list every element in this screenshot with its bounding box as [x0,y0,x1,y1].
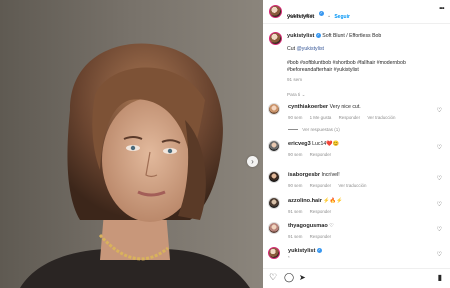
commenter-avatar[interactable] [268,103,280,115]
heart-icon[interactable]: ♡ [269,273,277,282]
reply-button[interactable]: Responder [310,209,331,214]
comment-time: 90 sem [288,115,303,120]
post-actions-bar: ♡ ◯ ➤ ▮ [263,268,450,288]
commenter-username[interactable]: yukistylist [288,248,315,254]
commenter-username[interactable]: thyagogusmao [288,223,328,229]
para-ti-link[interactable]: Para ti ⌄ [287,92,305,98]
heart-icon[interactable]: ♡ [437,107,442,114]
comment-text: Luc14❤️😊 [312,141,340,147]
commenter-avatar[interactable] [268,222,280,234]
comment-item: azzolino.hair ⚡️🔥⚡️ 91 sem Responder ♡ [263,197,450,223]
next-image-button[interactable]: › [247,156,258,167]
comment-item: thyagogusmao ♡ 91 sem Responder ♡ [263,222,450,248]
comment-likes[interactable]: 1 Me gusta [310,115,332,120]
translate-button[interactable]: Ver traducción [338,183,366,188]
heart-icon[interactable]: ♡ [437,251,442,258]
comment-item: cynthiakoerber Very nice cut. 90 sem 1 M… [263,103,450,129]
comment-text: ⚡️🔥⚡️ [323,198,343,204]
comment-time: 90 sem [288,152,303,157]
verified-icon: ✓ [318,11,324,17]
cut-label: Cut [287,46,296,52]
commenter-avatar[interactable] [268,247,280,259]
post-header: yukistylist ✓ • Seguir OLLIN Salon ••• [263,0,450,24]
caption-title-line: yukistylist ✓ Soft Blunt / Effortless Bo… [287,33,445,40]
comment-item: ericveg3 Luc14❤️😊 90 sem Responder ♡ [263,140,450,166]
bookmark-icon[interactable]: ▮ [438,273,442,282]
view-replies-button[interactable]: Ver respuestas (1) [288,127,340,132]
comment-time: 90 sem [288,183,303,188]
heart-icon[interactable]: ♡ [437,201,442,208]
verified-icon: ✓ [316,248,322,254]
comment-item: isaborgesbr Incrível! 90 sem Responder V… [263,171,450,197]
comment-text: * [288,255,290,260]
cut-mention-link[interactable]: @yukistylist [297,46,324,52]
post-side-panel: yukistylist ✓ • Seguir OLLIN Salon ••• y… [263,0,450,288]
share-icon[interactable]: ➤ [299,273,306,282]
reply-button[interactable]: Responder [310,234,331,239]
portrait-image [0,0,263,288]
reply-button[interactable]: Responder [339,115,360,120]
commenter-username[interactable]: cynthiakoerber [288,104,328,110]
verified-icon: ✓ [315,33,321,39]
translate-button[interactable]: Ver traducción [367,115,395,120]
commenter-avatar[interactable] [268,171,280,183]
commenter-username[interactable]: ericveg3 [288,141,311,147]
location-link[interactable]: OLLIN Salon [287,13,313,18]
comment-text: Very nice cut. [329,104,361,110]
follow-button[interactable]: Seguir [334,14,350,20]
comment-time: 91 sem [288,209,303,214]
reply-button[interactable]: Responder [310,152,331,157]
view-replies-label: Ver respuestas (1) [302,127,340,132]
more-dots-icon[interactable]: ••• [439,6,444,12]
comment-time: 91 sem [288,234,303,239]
heart-icon[interactable]: ♡ [437,144,442,151]
caption-hashtags[interactable]: #bob #softbluntbob #shortbob #fallhair #… [287,60,445,74]
caption-avatar[interactable] [269,32,282,45]
comment-text: ♡ [329,223,334,229]
comment-item: yukistylist ✓ * ♡ [263,247,450,267]
chevron-down-icon: ⌄ [301,92,306,97]
caption-username[interactable]: yukistylist [287,33,314,39]
heart-icon[interactable]: ♡ [437,226,442,233]
para-ti-label: Para ti [287,92,301,97]
commenter-username[interactable]: azzolino.hair [288,198,322,204]
post-photo [0,0,263,288]
comment-text: Incrível! [321,172,340,178]
caption-cut-line: Cut @yukistylist [287,46,445,53]
caption-title: Soft Blunt / Effortless Bob [322,33,382,39]
commenter-avatar[interactable] [268,197,280,209]
author-avatar[interactable] [269,5,282,18]
comment-icon[interactable]: ◯ [284,273,294,282]
commenter-username[interactable]: isaborgesbr [288,172,320,178]
replies-divider [288,129,298,131]
commenter-avatar[interactable] [268,140,280,152]
heart-icon[interactable]: ♡ [437,175,442,182]
separator: • [328,14,330,19]
caption-time: 91 sem [287,77,303,82]
reply-button[interactable]: Responder [310,183,331,188]
